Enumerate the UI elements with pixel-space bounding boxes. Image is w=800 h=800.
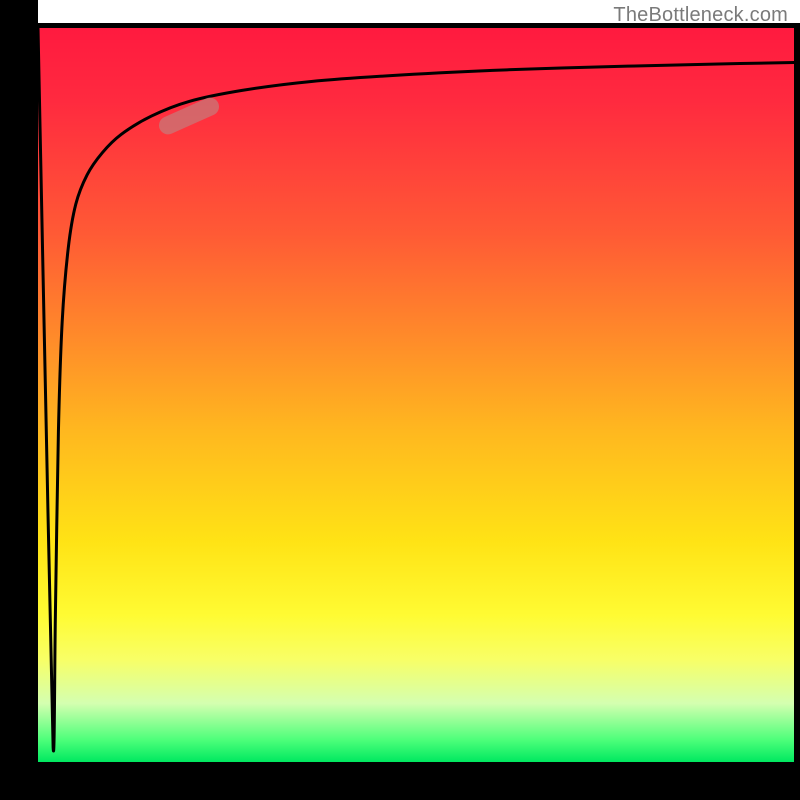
frame-border-left xyxy=(0,0,38,800)
watermark-text: TheBottleneck.com xyxy=(613,4,788,27)
chart-frame xyxy=(0,0,800,800)
chart-curve xyxy=(38,28,794,762)
frame-border-bottom xyxy=(0,762,800,800)
chart-plot-area xyxy=(38,28,794,762)
frame-border-right xyxy=(794,23,800,800)
